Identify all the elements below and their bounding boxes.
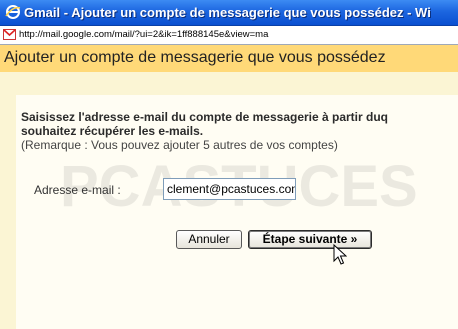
page-title: Ajouter un compte de messagerie que vous… bbox=[4, 49, 386, 66]
window-title: Gmail - Ajouter un compte de messagerie … bbox=[24, 5, 431, 20]
description-line-1: Saisissez l'adresse e-mail du compte de … bbox=[21, 110, 389, 124]
browser-window: Gmail - Ajouter un compte de messagerie … bbox=[0, 0, 458, 329]
title-bar[interactable]: Gmail - Ajouter un compte de messagerie … bbox=[0, 0, 458, 26]
gmail-favicon bbox=[3, 29, 16, 40]
address-bar[interactable]: http://mail.google.com/mail/?ui=2&ik=1ff… bbox=[0, 26, 458, 45]
mouse-pointer-icon bbox=[333, 244, 347, 265]
ie-icon bbox=[5, 5, 21, 19]
email-value: clement@pcastuces.com bbox=[167, 182, 296, 196]
email-label: Adresse e-mail : bbox=[34, 183, 121, 197]
description: Saisissez l'adresse e-mail du compte de … bbox=[21, 110, 388, 152]
cancel-button[interactable]: Annuler bbox=[176, 230, 242, 249]
description-line-2: souhaitez récupérer les e-mails. bbox=[21, 124, 204, 138]
next-step-button[interactable]: Étape suivante » bbox=[248, 230, 372, 249]
page-header: Ajouter un compte de messagerie que vous… bbox=[0, 45, 458, 72]
url-text[interactable]: http://mail.google.com/mail/?ui=2&ik=1ff… bbox=[19, 29, 268, 40]
email-field[interactable]: clement@pcastuces.com bbox=[163, 178, 296, 200]
